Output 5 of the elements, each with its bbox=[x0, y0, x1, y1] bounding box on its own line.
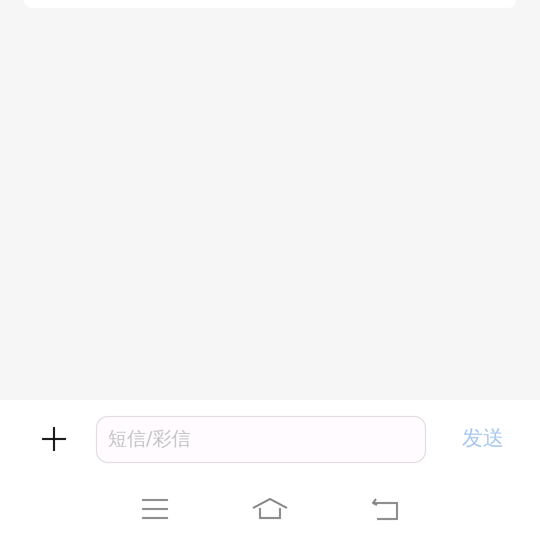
home-icon[interactable] bbox=[252, 498, 288, 520]
back-icon[interactable] bbox=[372, 498, 398, 520]
plus-icon bbox=[41, 426, 67, 452]
message-field[interactable]: 短信/彩信 bbox=[96, 416, 426, 462]
menu-icon[interactable] bbox=[142, 499, 168, 519]
